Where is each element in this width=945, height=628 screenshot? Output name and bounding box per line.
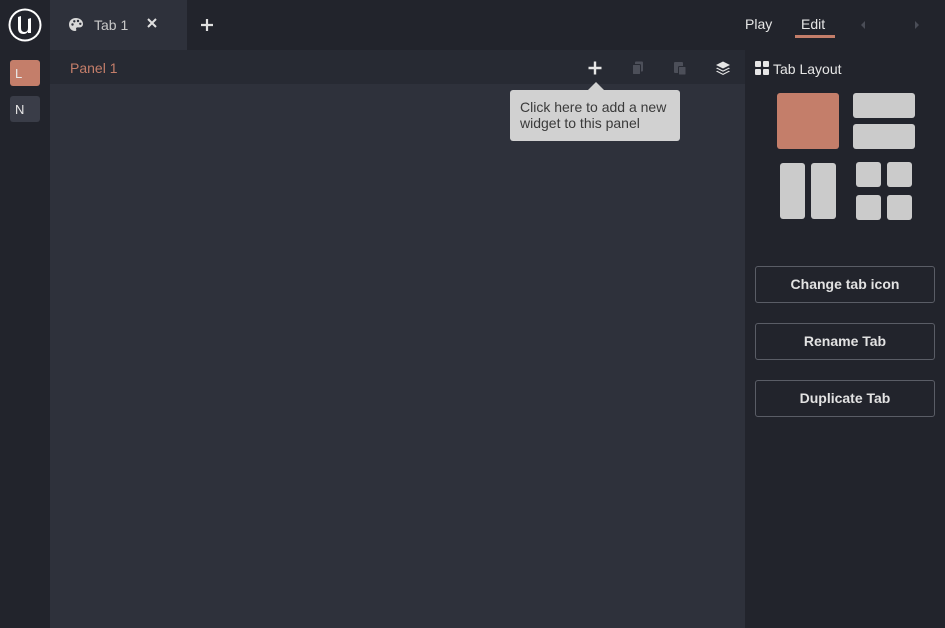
panel-header: Panel 1 (50, 50, 745, 84)
caret-left-icon[interactable] (859, 20, 867, 30)
rename-tab-button[interactable]: Rename Tab (755, 323, 935, 360)
add-tab-icon[interactable] (199, 17, 215, 33)
copy-icon[interactable] (630, 60, 646, 76)
layout-block (780, 163, 805, 219)
layout-two-rows-option[interactable] (853, 93, 915, 149)
tab-1[interactable]: Tab 1 (50, 0, 187, 50)
layout-block (856, 195, 881, 220)
tooltip-arrow (588, 82, 604, 90)
layout-single-option[interactable] (777, 93, 839, 149)
tab-layout-title: Tab Layout (773, 61, 842, 77)
layout-block (853, 124, 915, 149)
layers-icon[interactable] (715, 60, 731, 76)
edit-mode-button[interactable]: Edit (801, 16, 825, 32)
layout-block (811, 163, 836, 219)
layout-two-columns-option[interactable] (780, 163, 837, 219)
layout-block (856, 162, 881, 187)
rail-item-l[interactable]: L (10, 60, 40, 86)
tab-label: Tab 1 (94, 17, 129, 33)
play-mode-button[interactable]: Play (745, 16, 772, 32)
caret-right-icon[interactable] (913, 20, 921, 30)
unreal-logo-icon[interactable] (7, 7, 43, 43)
panel-canvas[interactable] (50, 84, 745, 628)
close-tab-icon[interactable] (146, 17, 158, 29)
layout-grid-option[interactable] (856, 162, 912, 220)
layout-block (887, 162, 912, 187)
paste-icon[interactable] (672, 60, 688, 76)
layout-block (853, 93, 915, 118)
panel-title[interactable]: Panel 1 (70, 60, 117, 76)
add-widget-tooltip: Click here to add a new widget to this p… (510, 90, 680, 141)
palette-icon (69, 18, 83, 31)
change-tab-icon-button[interactable]: Change tab icon (755, 266, 935, 303)
layout-block (777, 93, 839, 149)
add-widget-icon[interactable] (587, 60, 603, 76)
grid-layout-icon (755, 61, 769, 75)
rail-item-n[interactable]: N (10, 96, 40, 122)
active-mode-indicator (795, 35, 835, 38)
top-bar: Tab 1 Play Edit (0, 0, 945, 50)
duplicate-tab-button[interactable]: Duplicate Tab (755, 380, 935, 417)
layout-block (887, 195, 912, 220)
